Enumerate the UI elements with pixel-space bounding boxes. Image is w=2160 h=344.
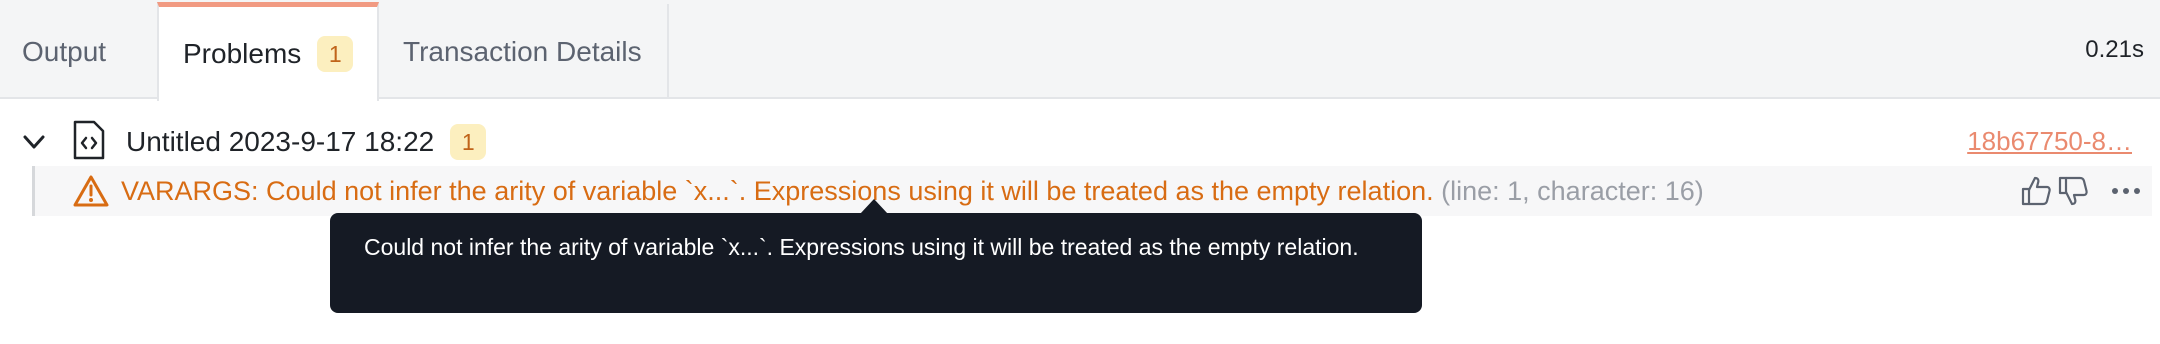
problem-tooltip: Could not infer the arity of variable `x… [330, 213, 1422, 313]
tab-problems[interactable]: Problems 1 [157, 2, 379, 101]
transaction-id-link[interactable]: 18b67750-8… [1967, 126, 2132, 157]
tooltip-arrow [860, 199, 888, 214]
warning-triangle-icon [73, 175, 109, 207]
thumbs-up-icon[interactable] [2020, 175, 2052, 207]
problem-location: (line: 1, character: 16) [1441, 176, 1704, 206]
more-horizontal-icon[interactable] [2110, 175, 2142, 207]
problem-text: VARARGS: Could not infer the arity of va… [121, 176, 1704, 207]
problem-message: Could not infer the arity of variable `x… [266, 176, 1434, 206]
problem-file-row[interactable]: Untitled 2023-9-17 18:22 1 18b67750-8… [0, 118, 2160, 164]
file-problem-count-badge: 1 [450, 124, 487, 160]
bottom-panel-tabbar: Output Problems 1 Transaction Details 0.… [0, 0, 2160, 101]
duration-label: 0.21s [2085, 36, 2144, 63]
tooltip-text: Could not infer the arity of variable `x… [364, 234, 1359, 260]
tab-transaction-details[interactable]: Transaction Details [379, 4, 669, 99]
code-file-icon [73, 120, 105, 160]
tab-problems-label: Problems [183, 38, 302, 69]
tab-transaction-details-label: Transaction Details [403, 35, 642, 67]
problems-count-badge: 1 [317, 36, 354, 72]
problem-item[interactable]: VARARGS: Could not infer the arity of va… [32, 166, 2152, 216]
thumbs-down-icon[interactable] [2057, 175, 2089, 207]
chevron-down-icon[interactable] [22, 130, 46, 154]
problem-file-name: Untitled 2023-9-17 18:22 [126, 126, 435, 157]
tab-output-label: Output [22, 35, 107, 67]
tab-output[interactable]: Output [22, 4, 106, 99]
problem-code: VARARGS: [121, 176, 259, 206]
problem-file-name-group: Untitled 2023-9-17 18:22 1 [126, 124, 487, 160]
